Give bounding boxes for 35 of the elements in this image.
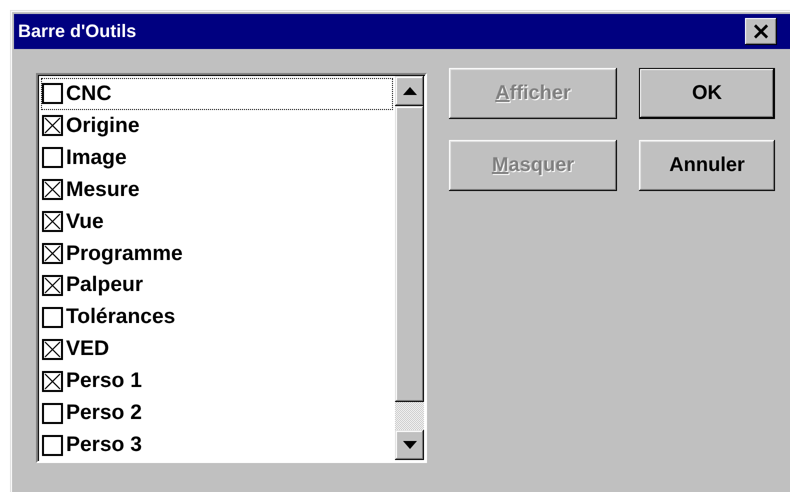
scroll-track[interactable] (395, 402, 424, 430)
scroll-thumb[interactable] (395, 106, 424, 402)
list-item[interactable]: Origine (41, 110, 393, 142)
list-item[interactable]: Vue (41, 206, 393, 238)
checked-checkbox[interactable] (42, 179, 63, 200)
list-item[interactable]: Palpeur (41, 270, 393, 302)
checkbox[interactable] (42, 402, 63, 424)
checkbox[interactable] (42, 83, 63, 104)
list-item[interactable]: Programme (41, 238, 393, 270)
checked-checkbox[interactable] (42, 338, 63, 360)
list-item[interactable]: Image (41, 142, 393, 174)
list-item[interactable]: Perso 3 (41, 429, 393, 462)
close-button[interactable]: × (745, 18, 777, 45)
list-item[interactable]: Perso 1 (41, 365, 393, 398)
list-item[interactable]: Tolérances (41, 301, 393, 334)
scroll-up-button[interactable] (395, 76, 424, 106)
checked-checkbox[interactable] (42, 211, 63, 232)
checked-checkbox[interactable] (42, 274, 63, 296)
checked-checkbox[interactable] (42, 115, 63, 136)
list-item[interactable]: CNC (41, 78, 393, 110)
dialog-button[interactable]: Annuler (639, 140, 775, 191)
checkbox[interactable] (42, 306, 63, 328)
window-title: Barre d'Outils (18, 21, 138, 42)
checkbox[interactable] (42, 434, 63, 456)
scroll-down-button[interactable] (395, 430, 424, 460)
checked-checkbox[interactable] (42, 370, 63, 392)
list-item[interactable]: VED (41, 333, 393, 366)
dialog-button[interactable]: OK (639, 68, 775, 119)
list-item[interactable]: Perso 2 (41, 397, 393, 430)
list-item[interactable]: Mesure (41, 174, 393, 206)
up-arrow-icon (402, 87, 416, 95)
checked-checkbox[interactable] (42, 243, 63, 264)
checkbox[interactable] (42, 147, 63, 168)
down-arrow-icon (402, 441, 416, 449)
scrollbar[interactable] (395, 76, 424, 460)
